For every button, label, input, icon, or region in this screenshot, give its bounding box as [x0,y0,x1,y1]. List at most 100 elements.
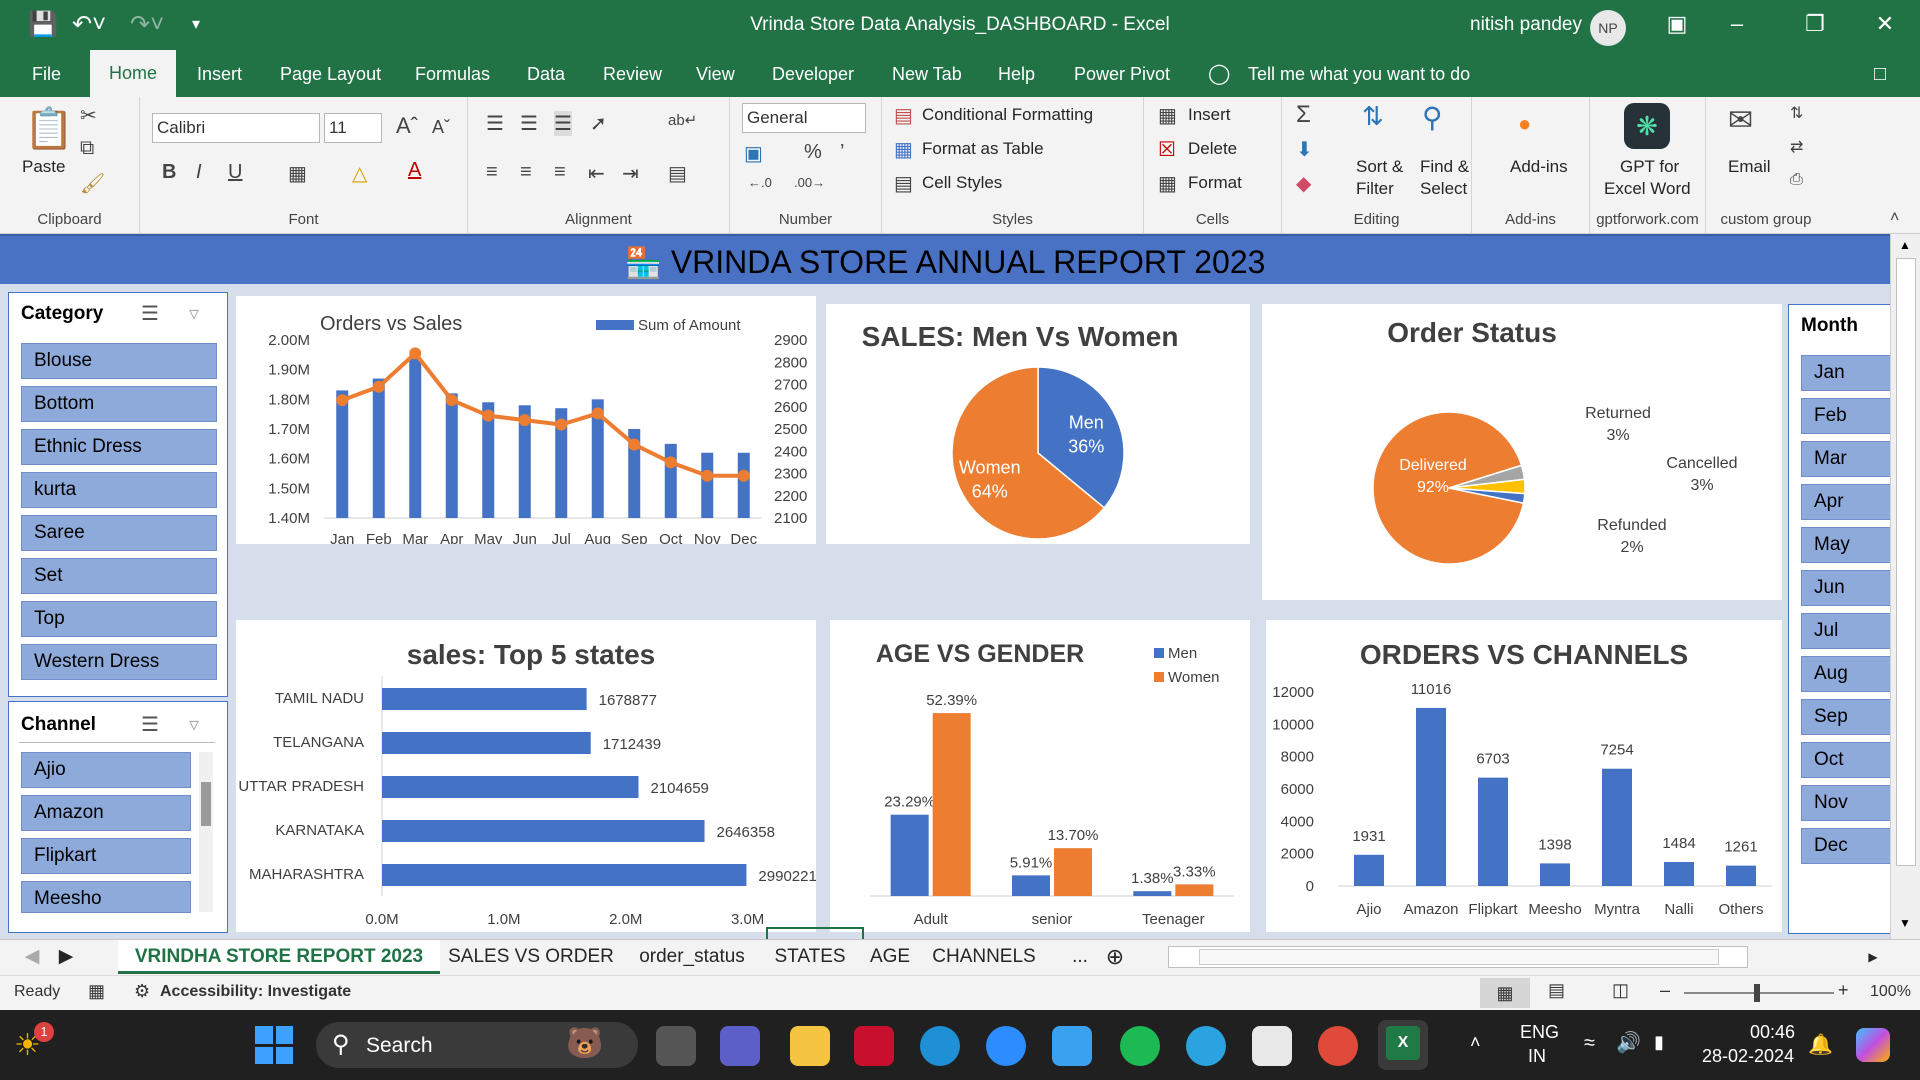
format-as-table-button[interactable]: Format as Table [922,139,1044,159]
slicer-item-oct[interactable]: Oct [1801,742,1890,778]
number-format-select[interactable]: General [742,103,866,133]
zoom-icon[interactable] [986,1026,1026,1066]
more-sheets-button[interactable]: ... [1060,940,1100,974]
multi-select-icon[interactable]: ☰ [141,712,159,737]
paste-icon[interactable]: 📋 [24,105,74,152]
horizontal-scrollbar[interactable] [1168,946,1748,968]
tab-formulas[interactable]: Formulas [415,62,490,86]
spotify-icon[interactable] [1120,1026,1160,1066]
fill-icon[interactable]: ⬇ [1296,137,1313,162]
volume-icon[interactable]: 🔊 [1616,1030,1641,1055]
paste-button[interactable]: Paste [22,157,65,177]
restore-icon[interactable]: ❐ [1790,6,1840,42]
clear-filter-icon[interactable]: ▿ [189,712,199,737]
slicer-item-bottom[interactable]: Bottom [21,386,217,422]
align-middle-icon[interactable]: ☰ [520,111,538,136]
decrease-decimal-icon[interactable]: .00→ [794,175,825,190]
increase-indent-icon[interactable]: ⇥ [622,161,639,186]
tab-help[interactable]: Help [998,62,1035,86]
age-gender-panel[interactable]: AGE VS GENDER Men Women 23.29% 52.39% Adul… [830,620,1250,932]
autosum-icon[interactable]: Σ [1296,101,1311,129]
sheet-tab-sales-vs-order[interactable]: SALES VS ORDER [446,940,616,974]
find-select-button[interactable]: Find & [1420,157,1469,177]
email-button[interactable]: Email [1728,157,1771,177]
currency-icon[interactable]: ▣ [744,141,763,166]
sheet-tab-report[interactable]: VRINDHA STORE REPORT 2023 [118,940,440,974]
grow-font-icon[interactable]: Aˆ [396,113,418,139]
bell-icon[interactable]: 🔔 [1808,1032,1833,1057]
page-layout-view-icon[interactable]: ▤ [1548,980,1565,1001]
zoom-level[interactable]: 100% [1870,983,1911,1001]
sort-filter-button[interactable]: Sort & [1356,157,1403,177]
tab-home[interactable]: Home [90,50,176,97]
battery-icon[interactable]: ▮ [1654,1032,1664,1053]
addins-button[interactable]: Add-ins [1510,157,1568,177]
slicer-item-saree[interactable]: Saree [21,515,217,551]
cut-icon[interactable]: ✂ [80,103,97,128]
slicer-item-amazon[interactable]: Amazon [21,795,191,831]
sales-men-women-panel[interactable]: SALES: Men Vs Women Men 36% Women 64% [826,304,1250,544]
cell-styles-button[interactable]: Cell Styles [922,173,1002,193]
gpt-button-line2[interactable]: Excel Word [1604,179,1691,199]
slicer-scrollbar[interactable] [199,752,213,912]
month-slicer[interactable]: Month Jan Feb Mar Apr May Jun Jul Aug Sep Oct Nov D… [1788,304,1890,934]
find-select-button-line2[interactable]: Select [1420,179,1467,199]
orders-vs-sales-panel[interactable]: Orders vs Sales Sum of Amount 2.00M 1.90M… [236,296,816,548]
language-line2[interactable]: IN [1528,1046,1546,1067]
font-color-icon[interactable]: A [408,159,421,182]
align-top-icon[interactable]: ☰ [486,111,504,136]
orientation-icon[interactable]: ➚ [590,111,607,136]
store-icon[interactable] [1252,1026,1292,1066]
align-bottom-icon[interactable]: ☰ [554,111,572,136]
accessibility-status[interactable]: Accessibility: Investigate [160,983,351,1001]
sheet-tab-channels[interactable]: CHANNELS [928,940,1040,974]
copy-icon[interactable]: ⧉ [80,137,94,160]
copilot-icon[interactable] [1856,1028,1890,1062]
scroll-up-icon[interactable]: ▲ [1899,238,1911,252]
slicer-item-apr[interactable]: Apr [1801,484,1890,520]
next-sheet-icon[interactable]: ▶ [56,940,76,974]
sheet-tab-states[interactable]: STATES [768,940,852,974]
edge-icon[interactable] [920,1026,960,1066]
slicer-item-feb[interactable]: Feb [1801,398,1890,434]
slicer-item-jul[interactable]: Jul [1801,613,1890,649]
comments-icon[interactable]: □ [1874,62,1886,86]
conditional-formatting-button[interactable]: Conditional Formatting [922,105,1093,125]
align-right-icon[interactable]: ≡ [554,161,566,184]
zoom-slider-thumb[interactable] [1754,984,1760,1002]
top-states-panel[interactable]: sales: Top 5 states TAMIL NADU 1678877 TEL… [236,620,817,932]
fill-color-icon[interactable]: △ [352,161,367,186]
custom-icon-3[interactable]: ⎙ [1790,171,1803,189]
scroll-down-icon[interactable]: ▼ [1899,916,1911,930]
gpt-button[interactable]: GPT for [1620,157,1679,177]
custom-icon-1[interactable]: ⇅ [1790,103,1803,123]
slicer-item-blouse[interactable]: Blouse [21,343,217,379]
selected-cell[interactable] [766,927,864,939]
font-name-select[interactable]: Calibri [152,113,320,143]
slicer-scroll-thumb[interactable] [201,782,211,826]
zoom-out-icon[interactable]: – [1660,980,1670,1001]
slicer-item-sep[interactable]: Sep [1801,699,1890,735]
tell-me-search[interactable]: Tell me what you want to do [1248,62,1470,86]
custom-icon-2[interactable]: ⇄ [1790,137,1803,157]
search-box[interactable]: ⚲ Search 🐻 [316,1022,638,1068]
increase-decimal-icon[interactable]: ←.0 [748,175,772,190]
close-icon[interactable]: ✕ [1860,6,1910,42]
sheet-tab-age[interactable]: AGE [862,940,918,974]
tray-chevron-icon[interactable]: ˄ [1470,1032,1481,1053]
mcafee-icon[interactable] [854,1026,894,1066]
collapse-ribbon-icon[interactable]: ˄ [1890,209,1899,227]
tab-data[interactable]: Data [527,62,565,86]
user-name[interactable]: nitish pandey [1470,14,1582,36]
tab-review[interactable]: Review [603,62,662,86]
avatar[interactable]: NP [1590,10,1626,46]
slicer-item-set[interactable]: Set [21,558,217,594]
tab-new-tab[interactable]: New Tab [892,62,962,86]
delete-cells-button[interactable]: Delete [1188,139,1237,159]
decrease-indent-icon[interactable]: ⇤ [588,161,605,186]
chrome-icon[interactable] [1318,1026,1358,1066]
scroll-thumb[interactable] [1896,258,1916,866]
prev-sheet-icon[interactable]: ◀ [22,940,42,974]
photos-icon[interactable] [1052,1026,1092,1066]
bold-icon[interactable]: B [162,161,176,184]
